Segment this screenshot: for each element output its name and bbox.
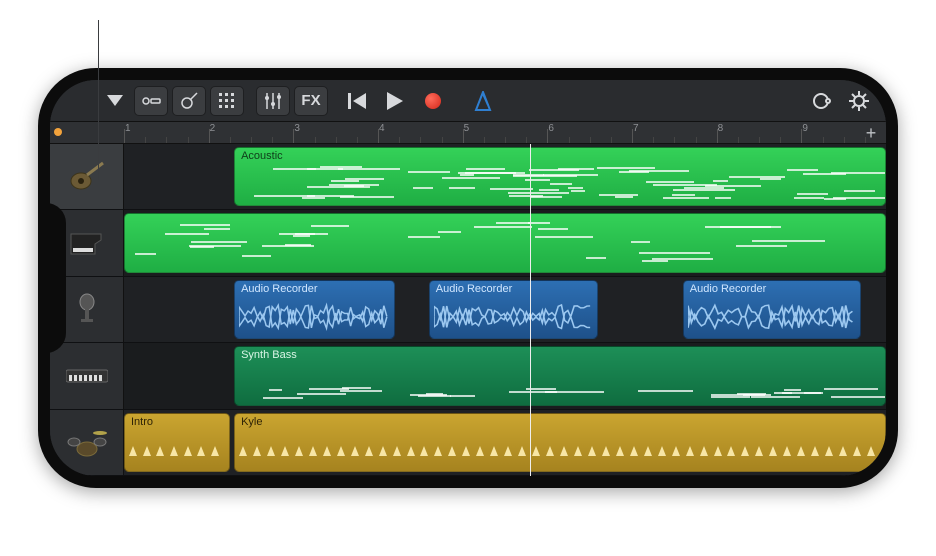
rewind-button[interactable]: [340, 86, 374, 116]
play-icon: [387, 92, 403, 110]
drums-icon: [63, 424, 111, 460]
ruler-number: 9: [802, 123, 808, 134]
settings-button[interactable]: [842, 86, 876, 116]
ruler-number: 4: [379, 123, 385, 134]
browser-button[interactable]: [98, 86, 132, 116]
guitar-icon: [180, 92, 198, 110]
ruler-number: 5: [464, 123, 470, 134]
track-row: Audio Recorder Audio Recorder Audio Record…: [50, 277, 886, 343]
track-lane-drums[interactable]: Intro Kyle: [124, 410, 886, 475]
keyboard-icon: [63, 358, 111, 394]
ruler-number: 7: [633, 123, 639, 134]
microphone-icon: [63, 292, 111, 328]
ruler-number: 1: [125, 123, 131, 134]
track-lane-bass[interactable]: Synth Bass: [124, 343, 886, 408]
region[interactable]: [124, 213, 886, 272]
region-label: Synth Bass: [241, 349, 879, 361]
view-group: [134, 86, 244, 116]
ruler-number: 6: [548, 123, 554, 134]
instrument-button[interactable]: [172, 86, 206, 116]
region-label: Acoustic: [241, 150, 879, 162]
mixer-button[interactable]: [256, 86, 290, 116]
skip-back-icon: [348, 93, 366, 109]
region[interactable]: Audio Recorder: [234, 280, 395, 339]
region[interactable]: Acoustic: [234, 147, 886, 206]
ruler[interactable]: + 123456789: [50, 122, 886, 144]
track-lane-vocals[interactable]: Audio Recorder Audio Recorder Audio Record…: [124, 277, 886, 342]
region[interactable]: Audio Recorder: [429, 280, 598, 339]
track-row: [50, 210, 886, 276]
record-button[interactable]: [416, 86, 450, 116]
marker-dot: [54, 128, 62, 136]
tracks-area[interactable]: AcousticAudio RecorderAudio RecorderAudi…: [50, 144, 886, 476]
tracks-view-button[interactable]: [134, 86, 168, 116]
piano-icon: [63, 225, 111, 261]
device-notch: [38, 203, 66, 353]
app-screen: FX: [50, 80, 886, 476]
grid-button[interactable]: [210, 86, 244, 116]
track-row: Synth Bass: [50, 343, 886, 409]
ruler-number: 8: [718, 123, 724, 134]
region[interactable]: Audio Recorder: [683, 280, 861, 339]
region[interactable]: Kyle: [234, 413, 886, 472]
loop-button[interactable]: [804, 86, 838, 116]
fx-label: FX: [301, 92, 320, 109]
record-icon: [425, 93, 441, 109]
region-label: Audio Recorder: [690, 283, 854, 295]
track-lane-piano[interactable]: [124, 210, 886, 275]
grid-icon: [219, 93, 235, 109]
toolbar: FX: [50, 80, 886, 122]
region[interactable]: Synth Bass: [234, 346, 886, 405]
track-header-drums[interactable]: [50, 410, 124, 475]
tracks-view-icon: [141, 94, 161, 108]
track-row: Acoustic: [50, 144, 886, 210]
track-header-acoustic[interactable]: [50, 144, 124, 209]
chevron-down-icon: [107, 95, 123, 107]
callout-line: [98, 20, 99, 180]
metronome-button[interactable]: [466, 86, 500, 116]
region-label: Audio Recorder: [436, 283, 591, 295]
metronome-icon: [474, 91, 492, 111]
ruler-number: 2: [210, 123, 216, 134]
region-label: Intro: [131, 416, 223, 428]
track-row: Intro Kyle: [50, 410, 886, 476]
region-label: Audio Recorder: [241, 283, 388, 295]
gear-icon: [849, 91, 869, 111]
ruler-number: 3: [294, 123, 300, 134]
sliders-icon: [264, 93, 282, 109]
device-frame: FX: [38, 68, 898, 488]
region[interactable]: Intro: [124, 413, 230, 472]
mix-group: FX: [256, 86, 328, 116]
play-button[interactable]: [378, 86, 412, 116]
loop-icon: [811, 91, 831, 111]
guitar-icon: [63, 159, 111, 195]
track-lane-acoustic[interactable]: Acoustic: [124, 144, 886, 209]
track-header-bass[interactable]: [50, 343, 124, 408]
fx-button[interactable]: FX: [294, 86, 328, 116]
region-label: Kyle: [241, 416, 879, 428]
